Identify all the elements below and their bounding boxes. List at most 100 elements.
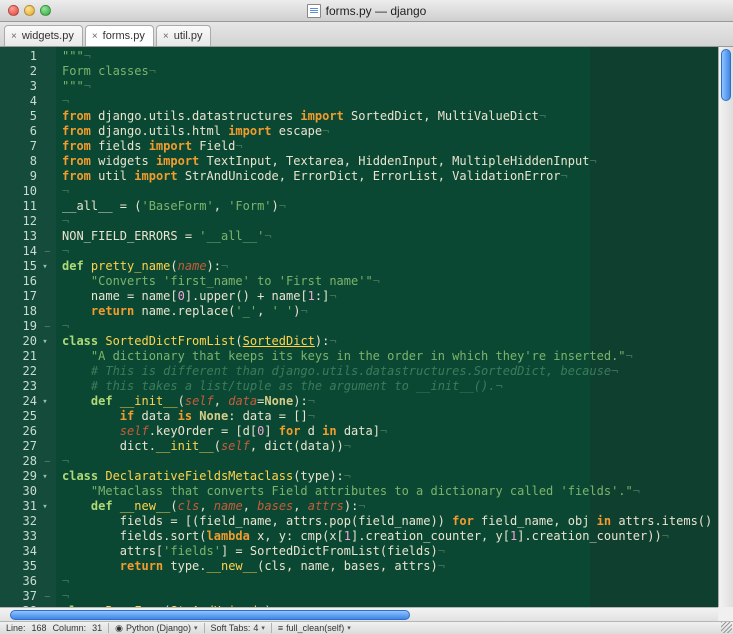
- code-line: """¬: [62, 49, 91, 63]
- line-number: 16: [23, 274, 37, 289]
- line-value: 168: [32, 623, 47, 633]
- code-line: return type.__new__(cls, name, bases, at…: [62, 559, 445, 573]
- code-line: ¬: [62, 574, 69, 588]
- line-label: Line:: [6, 623, 26, 633]
- line-number: 30: [23, 484, 37, 499]
- line-number: 23: [23, 379, 37, 394]
- line-number: 2: [30, 64, 37, 79]
- code-line: ¬: [62, 454, 69, 468]
- gutter-row: 15▾: [0, 259, 50, 274]
- tab-forms-py[interactable]: × forms.py: [85, 25, 154, 46]
- code-line: ¬: [62, 589, 69, 603]
- code-line: # this takes a list/tuple as the argumen…: [62, 379, 503, 393]
- horizontal-scroll-thumb[interactable]: [10, 610, 410, 620]
- code-line: from django.utils.datastructures import …: [62, 109, 546, 123]
- line-number: 34: [23, 544, 37, 559]
- tab-label: forms.py: [103, 30, 145, 42]
- close-icon[interactable]: [8, 5, 19, 16]
- gutter-row: 14–: [0, 244, 50, 259]
- window-title-wrap: forms.py — django: [0, 4, 733, 18]
- gutter-spacer: [40, 202, 50, 212]
- gutter-row: 9: [0, 169, 50, 184]
- minimize-icon[interactable]: [24, 5, 35, 16]
- code-line: NON_FIELD_ERRORS = '__all__'¬: [62, 229, 272, 243]
- line-number: 17: [23, 289, 37, 304]
- code-view[interactable]: """¬ Form classes¬ """¬ ¬ from django.ut…: [56, 47, 733, 607]
- gutter-spacer: [40, 67, 50, 77]
- window-controls: [0, 5, 51, 16]
- line-number: 36: [23, 574, 37, 589]
- horizontal-scrollbar[interactable]: [0, 607, 718, 622]
- tab-widgets-py[interactable]: ×widgets.py: [4, 25, 83, 46]
- editor-area: 1 2 3 4 5 6 7 8 9 10 11 12 13 14–15▾16 1…: [0, 47, 733, 607]
- vertical-scroll-thumb[interactable]: [721, 49, 731, 101]
- code-line: "A dictionary that keeps its keys in the…: [62, 349, 633, 363]
- document-icon: [307, 4, 321, 18]
- list-icon: ≡: [278, 623, 283, 633]
- symbol-selector[interactable]: ≡ full_clean(self) ▾: [278, 623, 351, 633]
- code-line: ¬: [62, 184, 69, 198]
- code-line: attrs['fields'] = SortedDictFromList(fie…: [62, 544, 445, 558]
- code-line: return name.replace('_', ' ')¬: [62, 304, 308, 318]
- gutter-spacer: [40, 562, 50, 572]
- gutter-row: 2: [0, 64, 50, 79]
- code-line: fields.sort(lambda x, y: cmp(x[1].creati…: [62, 529, 669, 543]
- line-number: 21: [23, 349, 37, 364]
- code-line: if data is None: data = []¬: [62, 409, 315, 423]
- line-number: 20: [23, 334, 37, 349]
- vertical-scrollbar[interactable]: [718, 47, 733, 607]
- gutter-spacer: [40, 307, 50, 317]
- gutter-row: 25: [0, 409, 50, 424]
- gutter-spacer: [40, 517, 50, 527]
- gutter-row: 12: [0, 214, 50, 229]
- close-icon[interactable]: ×: [11, 31, 17, 42]
- close-icon[interactable]: ×: [92, 31, 98, 42]
- gutter-row: 1: [0, 49, 50, 64]
- fold-icon[interactable]: ▾: [40, 502, 50, 512]
- tab-util-py[interactable]: ×util.py: [156, 25, 212, 46]
- fold-dash-icon: –: [40, 592, 50, 602]
- line-number: 9: [30, 169, 37, 184]
- fold-icon[interactable]: ▾: [40, 337, 50, 347]
- window-title: forms.py — django: [326, 4, 427, 18]
- softtabs-selector[interactable]: Soft Tabs: 4 ▾: [211, 623, 265, 633]
- line-number: 13: [23, 229, 37, 244]
- gutter-row: 30: [0, 484, 50, 499]
- code-line: "Converts 'first_name' to 'First name'"¬: [62, 274, 380, 288]
- gutter-spacer: [40, 547, 50, 557]
- line-gutter: 1 2 3 4 5 6 7 8 9 10 11 12 13 14–15▾16 1…: [0, 47, 56, 607]
- code-line: Form classes¬: [62, 64, 156, 78]
- gutter-row: 18: [0, 304, 50, 319]
- gutter-row: 10: [0, 184, 50, 199]
- col-value: 31: [92, 623, 102, 633]
- gutter-spacer: [40, 277, 50, 287]
- fold-icon[interactable]: ▾: [40, 262, 50, 272]
- fold-icon[interactable]: ▾: [40, 472, 50, 482]
- gutter-spacer: [40, 382, 50, 392]
- gutter-spacer: [40, 217, 50, 227]
- gutter-spacer: [40, 187, 50, 197]
- code-line: ¬: [62, 244, 69, 258]
- chevron-down-icon: ▾: [261, 624, 265, 632]
- line-number: 15: [23, 259, 37, 274]
- col-label: Column:: [53, 623, 87, 633]
- gutter-spacer: [40, 127, 50, 137]
- line-number: 26: [23, 424, 37, 439]
- close-icon[interactable]: ×: [163, 31, 169, 42]
- gutter-row: 7: [0, 139, 50, 154]
- gutter-row: 19–: [0, 319, 50, 334]
- fold-dash-icon: –: [40, 457, 50, 467]
- line-number: 29: [23, 469, 37, 484]
- resize-handle[interactable]: [721, 622, 732, 633]
- language-selector[interactable]: ◉ Python (Django) ▾: [115, 623, 197, 634]
- gutter-row: 3: [0, 79, 50, 94]
- gutter-row: 36: [0, 574, 50, 589]
- gutter-row: 17: [0, 289, 50, 304]
- fold-icon[interactable]: ▾: [40, 397, 50, 407]
- line-number: 18: [23, 304, 37, 319]
- line-number: 37: [23, 589, 37, 604]
- code-line: from django.utils.html import escape¬: [62, 124, 329, 138]
- gutter-row: 5: [0, 109, 50, 124]
- zoom-icon[interactable]: [40, 5, 51, 16]
- line-number: 10: [23, 184, 37, 199]
